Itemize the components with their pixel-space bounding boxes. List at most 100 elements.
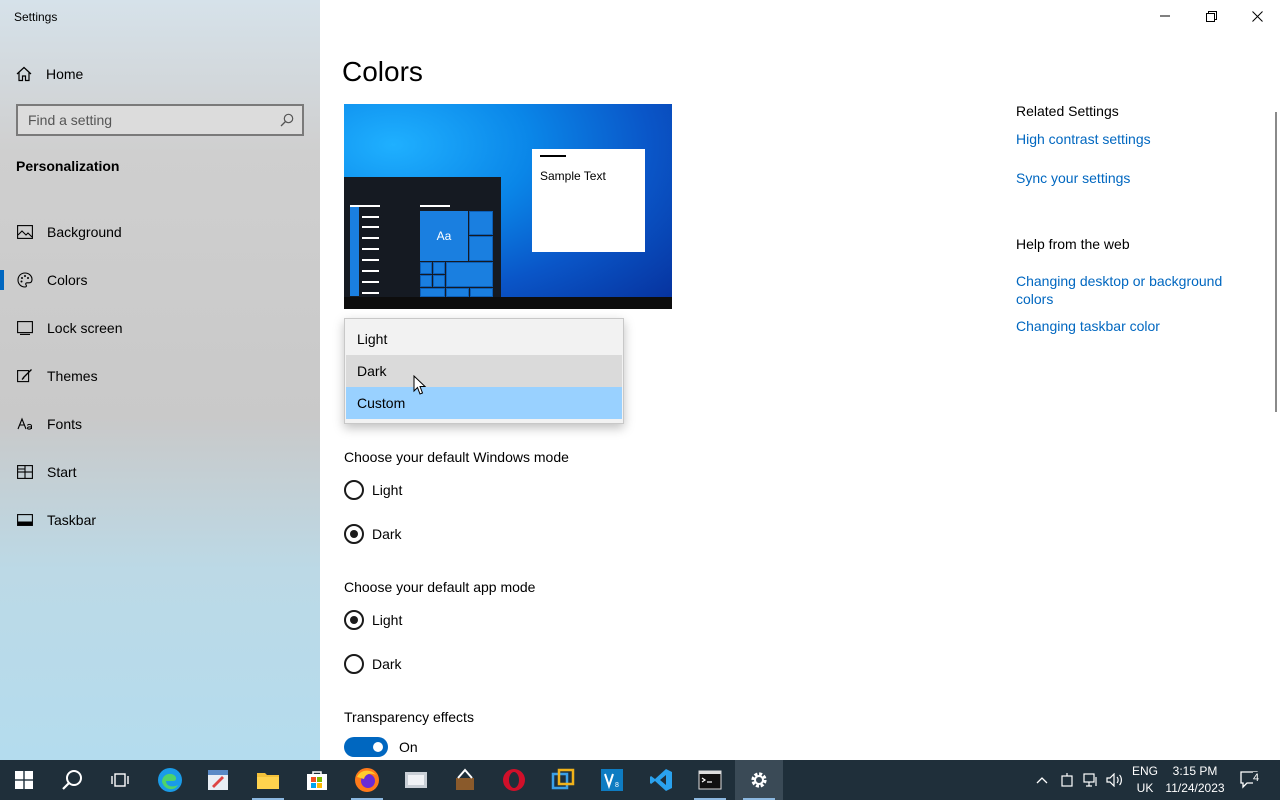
task-view-button[interactable] [96, 760, 144, 800]
taskbar-opera-button[interactable] [490, 760, 538, 800]
preview-taskbar [344, 297, 672, 309]
taskbar-search-button[interactable] [48, 760, 96, 800]
close-icon [1251, 10, 1263, 22]
sync-settings-link[interactable]: Sync your settings [1016, 169, 1246, 187]
sidebar: Settings Home Find a setting Personaliza… [0, 0, 320, 760]
dropdown-option-light[interactable]: Light [346, 323, 622, 355]
radio-circle [344, 610, 364, 630]
preview-tile [420, 275, 432, 287]
preview-tile [469, 211, 493, 235]
taskbar-app-button[interactable] [392, 760, 440, 800]
minimize-icon [1160, 15, 1170, 17]
preview-tile [446, 288, 469, 297]
network-icon [1083, 773, 1097, 787]
taskbar-archiver-button[interactable] [441, 760, 489, 800]
virtualbox-icon [551, 768, 575, 790]
sidebar-item-lock-screen[interactable]: Lock screen [0, 304, 320, 352]
sidebar-item-label: Colors [47, 272, 88, 288]
preview-line [362, 259, 379, 261]
paint-icon [208, 770, 228, 790]
dropdown-option-dark[interactable]: Dark [346, 355, 622, 387]
taskbar-firefox-button[interactable] [343, 760, 391, 800]
taskbar-paint-button[interactable] [194, 760, 242, 800]
taskbar-vs-button[interactable]: 8 [588, 760, 636, 800]
language-region: UK [1136, 781, 1154, 795]
related-settings-heading: Related Settings [1016, 103, 1119, 119]
sidebar-item-colors[interactable]: Colors [0, 256, 320, 304]
change-taskbar-color-link[interactable]: Changing taskbar color [1016, 317, 1246, 335]
sidebar-item-themes[interactable]: Themes [0, 352, 320, 400]
archiver-icon [456, 768, 474, 790]
taskbar-store-button[interactable] [293, 760, 341, 800]
transparency-toggle[interactable]: On [344, 737, 418, 757]
restore-button[interactable] [1188, 0, 1234, 32]
show-hidden-icons-button[interactable] [1032, 760, 1052, 800]
section-title: Personalization [16, 158, 120, 174]
home-nav[interactable]: Home [16, 64, 83, 84]
app-mode-dark-radio[interactable]: Dark [344, 654, 402, 674]
taskbar-terminal-button[interactable] [686, 760, 734, 800]
sidebar-item-background[interactable]: Background [0, 208, 320, 256]
taskbar-vscode-button[interactable] [637, 760, 685, 800]
theme-preview: Aa Sample Text [344, 104, 672, 309]
preview-tile [469, 236, 493, 261]
high-contrast-link[interactable]: High contrast settings [1016, 130, 1246, 148]
app-mode-light-radio[interactable]: Light [344, 610, 402, 630]
change-background-link[interactable]: Changing desktop or background colors [1016, 272, 1246, 308]
radio-circle [344, 480, 364, 500]
svg-text:8: 8 [615, 782, 619, 789]
close-button[interactable] [1234, 0, 1280, 32]
app-title: Settings [14, 10, 58, 24]
network-button[interactable] [1080, 760, 1102, 800]
dropdown-option-custom[interactable]: Custom [346, 387, 622, 419]
opera-icon [503, 769, 525, 791]
preview-line [362, 292, 379, 294]
clock[interactable]: 3:15 PM 11/24/2023 [1162, 760, 1228, 800]
windows-mode-light-radio[interactable]: Light [344, 480, 402, 500]
chevron-up-icon [1036, 777, 1048, 784]
sidebar-item-label: Start [47, 464, 77, 480]
lock-screen-icon [16, 319, 34, 337]
sidebar-item-start[interactable]: Start [0, 448, 320, 496]
search-input[interactable]: Find a setting [16, 104, 304, 136]
preview-tile [420, 262, 432, 274]
store-icon [307, 771, 327, 790]
palette-icon [16, 271, 34, 289]
minimize-button[interactable] [1142, 0, 1188, 32]
home-label: Home [46, 66, 84, 82]
radio-circle [344, 654, 364, 674]
taskbar-file-explorer-button[interactable] [244, 760, 292, 800]
preview-sample-text: Sample Text [540, 169, 606, 183]
radio-label: Light [372, 612, 403, 628]
windows-mode-dark-radio[interactable]: Dark [344, 524, 402, 544]
action-center-button[interactable]: 4 [1232, 760, 1268, 800]
taskbar-virtualbox-button[interactable] [539, 760, 587, 800]
taskbar-icon [16, 511, 34, 529]
taskbar: 8 ENG UK 3:15 PM 11/24/2023 4 [0, 760, 1280, 800]
tray-device-icon-button[interactable] [1056, 760, 1078, 800]
taskbar-settings-button[interactable] [735, 760, 783, 800]
toggle-knob [373, 742, 383, 752]
search-placeholder: Find a setting [28, 112, 113, 128]
radio-label: Light [372, 482, 403, 498]
color-mode-dropdown[interactable]: Light Dark Custom [344, 318, 624, 424]
volume-button[interactable] [1104, 760, 1126, 800]
sidebar-item-taskbar[interactable]: Taskbar [0, 496, 320, 544]
preview-line [362, 270, 379, 272]
help-heading: Help from the web [1016, 236, 1130, 252]
taskbar-edge-button[interactable] [146, 760, 194, 800]
clock-date: 11/24/2023 [1165, 781, 1225, 795]
fonts-icon [16, 415, 34, 433]
preview-line [362, 237, 379, 239]
preview-tile [470, 288, 493, 297]
preview-line [350, 205, 380, 207]
scrollbar[interactable] [1275, 112, 1277, 412]
language-indicator[interactable]: ENG UK [1128, 760, 1162, 800]
start-button[interactable] [0, 760, 48, 800]
sidebar-item-fonts[interactable]: Fonts [0, 400, 320, 448]
preview-tile [433, 275, 445, 287]
restore-icon [1205, 10, 1217, 22]
start-icon [16, 463, 34, 481]
preview-line [362, 281, 379, 283]
picture-icon [16, 223, 34, 241]
